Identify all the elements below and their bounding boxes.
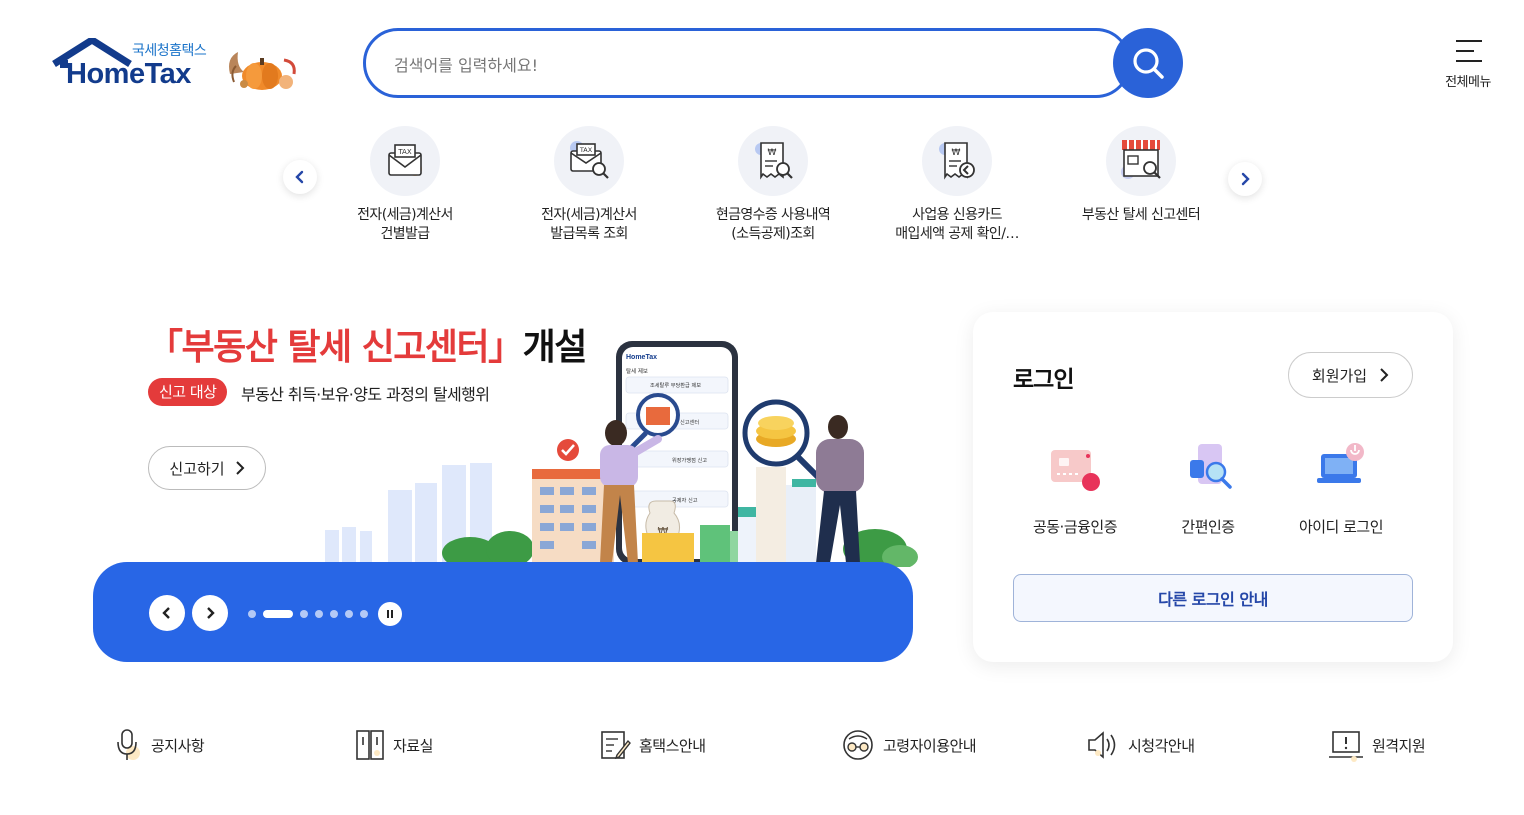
login-title: 로그인	[1013, 367, 1074, 393]
logo-title: HomeTax	[66, 58, 191, 90]
bottom-link-label: 공지사항	[151, 736, 205, 755]
banner-indicator-active[interactable]	[263, 610, 293, 618]
pause-icon	[387, 610, 393, 618]
quick-service-label: 사업용 신용카드 매입세액 공제 확인/…	[895, 207, 1019, 242]
pumpkin-decoration-icon	[229, 52, 296, 90]
bottom-link-label: 고령자이용안내	[883, 736, 977, 755]
join-button[interactable]: 회원가입	[1288, 352, 1413, 398]
business-card-receipt-icon: ₩	[922, 126, 992, 196]
id-login-icon	[1317, 443, 1364, 483]
banner-next-button[interactable]	[192, 595, 228, 631]
search-button[interactable]	[1113, 28, 1183, 98]
hamburger-menu-icon	[1456, 40, 1482, 62]
simple-auth-icon	[1190, 444, 1232, 489]
cash-receipt-search-icon: ₩	[738, 126, 808, 196]
store-search-icon	[1106, 126, 1176, 196]
simple-auth-login-label: 간편인증	[1181, 518, 1235, 536]
hometax-logo[interactable]: 국세청홈택스 HomeTax	[52, 36, 302, 96]
senior-glasses-icon	[843, 730, 873, 760]
simple-auth-login-option[interactable]: 간편인증	[1148, 438, 1268, 537]
chevron-right-icon	[207, 607, 215, 619]
bottom-link-label: 시청각안내	[1128, 736, 1195, 755]
id-login-label: 아이디 로그인	[1298, 518, 1384, 536]
bottom-link-hometax-guide[interactable]: 홈택스안내	[599, 726, 706, 764]
banner-indicator-dot[interactable]	[345, 610, 353, 618]
phone-row-text: 위장가맹점 신고	[672, 456, 707, 464]
certificate-icon	[1051, 450, 1100, 491]
chevron-left-icon	[162, 607, 170, 619]
phone-row-text: 조세탈루 부당환급 제보	[650, 381, 701, 389]
banner-indicator-dot[interactable]	[248, 610, 256, 618]
tax-invoice-search-icon: TAX	[554, 126, 624, 196]
quick-service-item[interactable]: 부동산 탈세 신고센터	[1061, 126, 1221, 225]
report-target-tag: 신고 대상	[148, 378, 228, 406]
certificate-login-option[interactable]: 공동·금융인증	[1015, 438, 1135, 537]
full-menu-label: 전체메뉴	[1445, 75, 1491, 90]
other-login-guide-button[interactable]: 다른 로그인 안내	[1013, 574, 1413, 622]
phone-row-text: 공제자 신고	[672, 496, 698, 504]
quick-service-item[interactable]: TAX 전자(세금)계산서 건별발급	[325, 126, 485, 244]
bottom-link-remote-support[interactable]: 원격지원	[1328, 726, 1426, 764]
phone-row-text: 탈세 제보	[626, 367, 648, 375]
quick-next-button[interactable]	[1228, 162, 1262, 196]
phone-brand-text: HomeTax	[626, 354, 657, 361]
bottom-link-senior-guide[interactable]: 고령자이용안내	[841, 726, 977, 764]
report-button-label: 신고하기	[169, 459, 225, 478]
banner-prev-button[interactable]	[149, 595, 185, 631]
logo-subtitle: 국세청홈택스	[132, 43, 207, 59]
banner-indicator-dot[interactable]	[300, 610, 308, 618]
quick-service-item[interactable]: ₩ 현금영수증 사용내역 (소득공제)조회	[693, 126, 853, 244]
guide-document-icon	[601, 731, 631, 760]
search-input[interactable]	[392, 49, 1096, 81]
chevron-left-icon	[295, 170, 304, 184]
bottom-link-audiovisual-guide[interactable]: 시청각안내	[1086, 726, 1195, 764]
login-panel: 로그인 회원가입 공동·금융인증 간편인증 아이디 로그인 다른 로그인 안내	[973, 312, 1453, 662]
bottom-link-notice[interactable]: 공지사항	[113, 726, 205, 764]
microphone-icon	[117, 729, 140, 760]
bottom-link-archive[interactable]: 자료실	[355, 726, 433, 764]
bottom-link-label: 자료실	[393, 736, 433, 755]
svg-text:TAX: TAX	[579, 146, 593, 154]
svg-text:TAX: TAX	[397, 148, 412, 156]
chevron-right-icon	[235, 461, 245, 475]
remote-support-icon	[1329, 731, 1363, 762]
speaker-icon	[1088, 731, 1116, 759]
banner-indicator-dot[interactable]	[360, 610, 368, 618]
banner-indicator-dot[interactable]	[315, 610, 323, 618]
report-button[interactable]: 신고하기	[148, 446, 266, 490]
join-button-label: 회원가입	[1311, 366, 1368, 385]
banner-indicator-dot[interactable]	[330, 610, 338, 618]
banner-illustration: HomeTax 탈세 제보 조세탈루 부당환급 제보 신고센터 위장가맹점 신고…	[325, 341, 918, 567]
search-icon	[1133, 48, 1164, 79]
quick-service-label: 전자(세금)계산서 발급목록 조회	[541, 207, 637, 242]
chevron-right-icon	[1241, 172, 1250, 186]
svg-text:₩: ₩	[768, 148, 777, 158]
quick-service-label: 부동산 탈세 신고센터	[1081, 207, 1201, 223]
search-bar	[363, 28, 1131, 98]
certificate-login-label: 공동·금융인증	[1032, 518, 1118, 536]
bottom-link-label: 원격지원	[1372, 736, 1426, 755]
id-login-option[interactable]: 아이디 로그인	[1281, 438, 1401, 537]
quick-service-label: 전자(세금)계산서 건별발급	[357, 207, 453, 242]
phone-row-text: 신고센터	[680, 418, 699, 426]
banner-pause-button[interactable]	[378, 602, 402, 626]
quick-prev-button[interactable]	[283, 160, 317, 194]
tax-invoice-envelope-icon: TAX	[370, 126, 440, 196]
svg-text:₩: ₩	[952, 148, 961, 158]
full-menu-button[interactable]: 전체메뉴	[1436, 34, 1500, 92]
bottom-link-label: 홈택스안내	[639, 736, 706, 755]
quick-service-item[interactable]: ₩ 사업용 신용카드 매입세액 공제 확인/…	[877, 126, 1037, 244]
quick-service-item[interactable]: TAX 전자(세금)계산서 발급목록 조회	[509, 126, 669, 244]
quick-service-label: 현금영수증 사용내역 (소득공제)조회	[715, 207, 831, 242]
chevron-right-icon	[1380, 368, 1389, 382]
archive-icon	[356, 730, 384, 760]
